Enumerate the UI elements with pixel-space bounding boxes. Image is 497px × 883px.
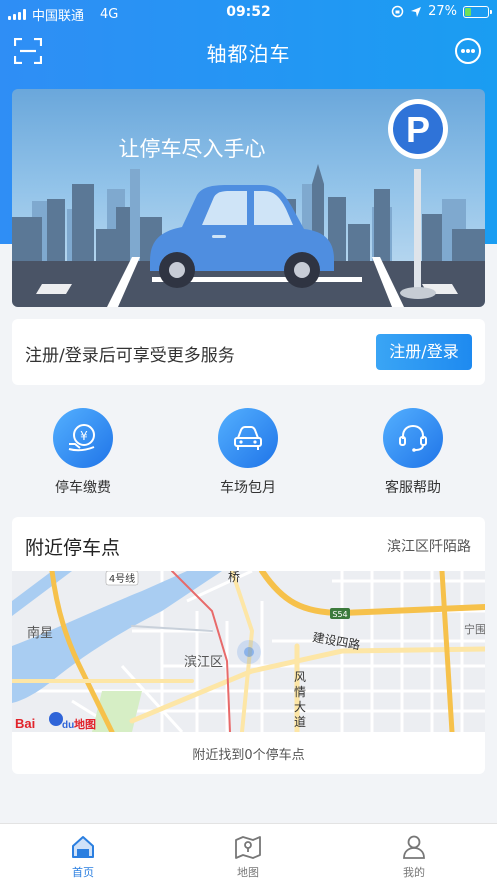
- svg-text:¥: ¥: [80, 429, 88, 443]
- tab-map[interactable]: 地图: [208, 832, 288, 880]
- tab-mine[interactable]: 我的: [374, 832, 454, 880]
- tab-label: 我的: [403, 866, 425, 879]
- map-label-ning: 宁围: [464, 622, 485, 636]
- promo-banner[interactable]: P 让停车尽入手心: [12, 89, 485, 307]
- status-bar: 中国联通 4G 09:52 27%: [0, 0, 497, 26]
- map-label-nanxing: 南星: [27, 625, 53, 641]
- parking-payment-action[interactable]: ¥ 停车缴费: [23, 408, 143, 497]
- login-tip: 注册/登录后可享受更多服务: [25, 346, 235, 366]
- svg-text:du: du: [62, 720, 74, 731]
- svg-text:风: 风: [294, 670, 306, 684]
- page-title: 轴都泊车: [206, 42, 291, 66]
- monthly-parking-action[interactable]: 车场包月: [188, 408, 308, 497]
- action-label: 车场包月: [220, 480, 276, 496]
- battery-icon: [463, 5, 492, 18]
- yen-pay-icon: ¥: [68, 424, 95, 452]
- nearby-count-text: 附近找到0个停车点: [192, 748, 305, 763]
- svg-text:道: 道: [294, 715, 306, 729]
- svg-text:地图: 地图: [74, 717, 96, 731]
- message-button[interactable]: [455, 38, 481, 64]
- map-icon: [235, 836, 261, 859]
- map-label-line4: 4号线: [109, 572, 135, 585]
- nearby-map[interactable]: 4号线 S54 南星 滨江区 建设四路 宁围 桥 风 情 大 道 Bai du …: [12, 571, 485, 732]
- battery-percent: 27%: [428, 4, 457, 19]
- home-icon: [72, 836, 94, 858]
- car-icon: [234, 426, 262, 450]
- map-label-binjiang: 滨江区: [184, 654, 223, 670]
- action-label: 客服帮助: [385, 480, 441, 496]
- map-label-qiao: 桥: [228, 571, 240, 584]
- city-parking-illustration: P: [12, 99, 485, 307]
- customer-service-action[interactable]: 客服帮助: [353, 408, 473, 497]
- nearby-parking-card: 附近停车点 滨江区阡陌路 4号线 S54 南星 滨江区 建设四路 宁围 桥 风 …: [12, 517, 485, 774]
- svg-text:Bai: Bai: [15, 716, 35, 731]
- bottom-tab-bar: 首页 地图 我的: [0, 823, 497, 883]
- svg-text:大: 大: [294, 700, 306, 714]
- login-prompt-card: 注册/登录后可享受更多服务 注册/登录: [12, 319, 485, 385]
- current-location[interactable]: 滨江区阡陌路: [387, 536, 471, 556]
- tab-label: 地图: [237, 866, 259, 879]
- map-label-fengqing: 风 情 大 道: [294, 670, 306, 729]
- chat-bubble-icon: [461, 49, 465, 53]
- parking-sign-letter: P: [406, 109, 430, 150]
- svg-text:情: 情: [294, 685, 306, 699]
- map-label-s54: S54: [332, 610, 347, 619]
- banner-slogan: 让停车尽入手心: [118, 137, 266, 161]
- headset-icon: [399, 424, 427, 452]
- quick-actions: ¥ 停车缴费 车场包月 客服帮助: [0, 400, 497, 500]
- orientation-lock-icon: [391, 5, 404, 18]
- app-header: 轴都泊车: [0, 26, 497, 76]
- nearby-title: 附近停车点: [25, 537, 121, 559]
- location-arrow-icon: [411, 6, 422, 17]
- action-label: 停车缴费: [55, 480, 111, 496]
- register-login-button[interactable]: 注册/登录: [376, 334, 472, 370]
- tab-home[interactable]: 首页: [43, 832, 123, 880]
- user-icon: [403, 835, 425, 859]
- tab-label: 首页: [72, 866, 94, 879]
